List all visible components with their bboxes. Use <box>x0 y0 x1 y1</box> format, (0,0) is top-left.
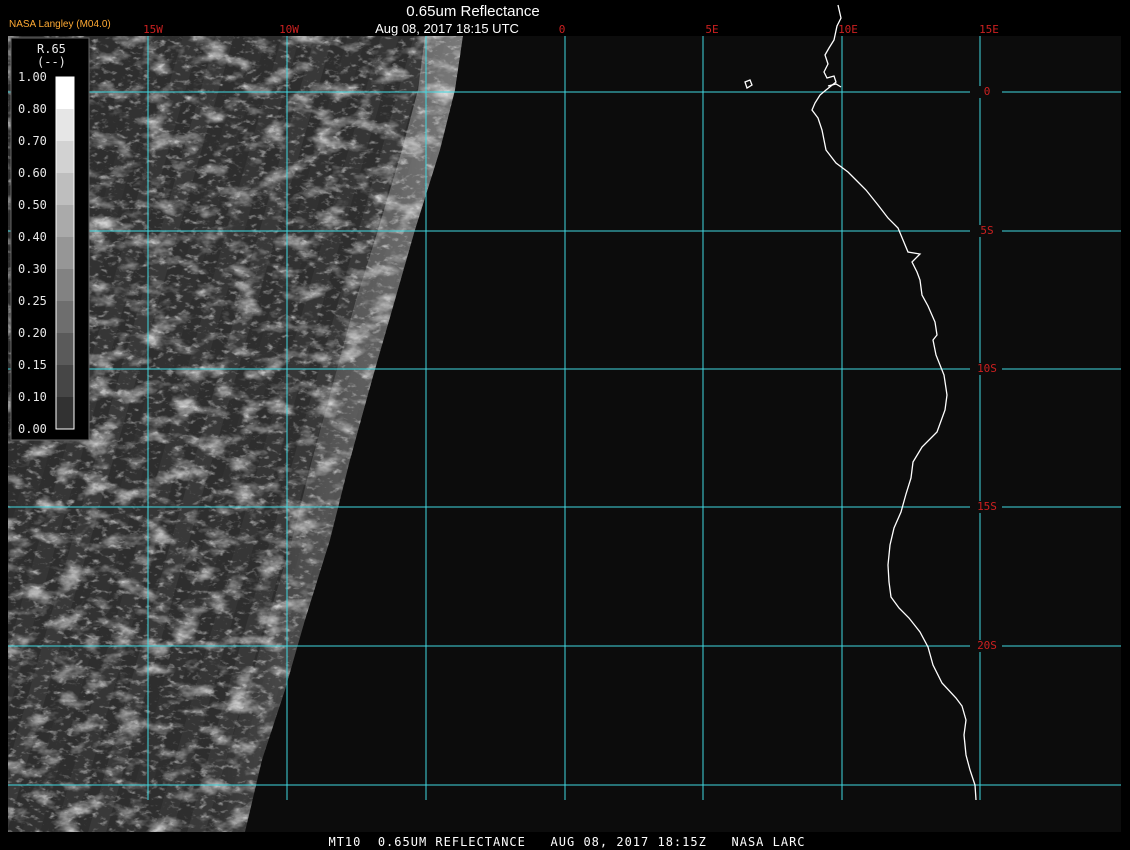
lat-label: 0 <box>984 85 991 98</box>
colorbar-swatch <box>56 173 74 205</box>
lat-label: 10S <box>977 362 997 375</box>
footer-caption: MT10 0.65UM REFLECTANCE AUG 08, 2017 18:… <box>328 835 805 849</box>
colorbar-tick-label: 0.60 <box>18 166 47 180</box>
colorbar-tick-label: 0.40 <box>18 230 47 244</box>
colorbar-swatch <box>56 365 74 397</box>
colorbar-swatch <box>56 205 74 237</box>
image-timestamp: Aug 08, 2017 18:15 UTC <box>375 21 519 36</box>
credit-label: NASA Langley (M04.0) <box>9 19 111 30</box>
colorbar-tick-label: 0.30 <box>18 262 47 276</box>
page-title: 0.65um Reflectance <box>406 3 539 20</box>
colorbar-swatch <box>56 109 74 141</box>
colorbar-swatch <box>56 237 74 269</box>
satellite-map: 15W 10W 0 5E 10E 15E 0 5S 10S 15S 20S 0.65um Refle… <box>8 3 1121 849</box>
colorbar-tick-label: 0.70 <box>18 134 47 148</box>
lat-label: 5S <box>980 224 993 237</box>
lat-label: 15S <box>977 500 997 513</box>
colorbar-title: R.65 <box>37 42 66 56</box>
colorbar-swatch <box>56 333 74 365</box>
lon-label: 15E <box>979 23 999 36</box>
colorbar-swatch <box>56 141 74 173</box>
lon-label: 0 <box>559 23 566 36</box>
lon-label: 10E <box>838 23 858 36</box>
colorbar-tick-label: 0.80 <box>18 102 47 116</box>
colorbar-tick-label: 0.15 <box>18 358 47 372</box>
colorbar: R.65 (--) 1.00 0.80 0.70 0.60 0.50 0.40 0.30 0.… <box>10 37 90 441</box>
colorbar-tick-label: 0.10 <box>18 390 47 404</box>
colorbar-tick-label: 0.00 <box>18 422 47 436</box>
colorbar-tick-label: 0.20 <box>18 326 47 340</box>
colorbar-swatches <box>55 76 75 430</box>
lon-label: 15W <box>143 23 163 36</box>
colorbar-swatch <box>56 397 74 429</box>
colorbar-unit: (--) <box>37 55 66 69</box>
colorbar-swatch <box>56 269 74 301</box>
colorbar-swatch <box>56 301 74 333</box>
colorbar-tick-label: 1.00 <box>18 70 47 84</box>
colorbar-tick-label: 0.25 <box>18 294 47 308</box>
lon-label: 10W <box>279 23 299 36</box>
colorbar-swatch <box>56 77 74 109</box>
colorbar-tick-label: 0.50 <box>18 198 47 212</box>
lat-label: 20S <box>977 639 997 652</box>
lon-label: 5E <box>705 23 718 36</box>
